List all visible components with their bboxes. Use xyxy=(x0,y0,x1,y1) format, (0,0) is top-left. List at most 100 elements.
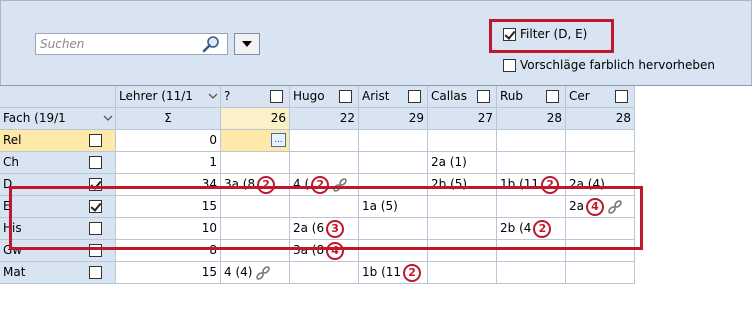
lesson-cell[interactable] xyxy=(359,130,428,152)
sum-cell: 15 xyxy=(116,262,221,284)
ellipsis-button[interactable]: ... xyxy=(271,133,286,147)
subject-label: D xyxy=(3,177,13,191)
lesson-cell[interactable] xyxy=(497,152,566,174)
lesson-cell[interactable] xyxy=(428,262,497,284)
lesson-cell[interactable] xyxy=(497,130,566,152)
subject-checkbox[interactable] xyxy=(89,222,102,235)
subject-checkbox[interactable] xyxy=(89,200,102,213)
teacher-checkbox[interactable] xyxy=(477,90,490,103)
teacher-header-cell[interactable]: Arist xyxy=(359,86,428,108)
teacher-header-cell[interactable]: Callas xyxy=(428,86,497,108)
lesson-cell[interactable]: 1b (11 2 xyxy=(497,174,566,196)
sum-cell: 15 xyxy=(116,196,221,218)
teacher-checkbox[interactable] xyxy=(615,90,628,103)
lesson-cell[interactable] xyxy=(359,218,428,240)
lesson-cell[interactable] xyxy=(221,240,290,262)
lesson-cell[interactable]: 1b (11 2 xyxy=(359,262,428,284)
lesson-cell[interactable]: 3a (8 2 xyxy=(221,174,290,196)
lesson-cell[interactable] xyxy=(359,152,428,174)
lesson-cell[interactable] xyxy=(290,130,359,152)
chevron-down-icon[interactable] xyxy=(103,113,113,123)
lesson-cell[interactable]: 2a (4) xyxy=(566,174,635,196)
teacher-checkbox[interactable] xyxy=(270,90,283,103)
subject-label: His xyxy=(3,221,22,235)
lesson-cell[interactable] xyxy=(566,130,635,152)
lesson-cell[interactable] xyxy=(566,152,635,174)
link-icon xyxy=(333,177,347,192)
lesson-cell[interactable] xyxy=(221,218,290,240)
search-box[interactable]: Suchen xyxy=(35,33,228,55)
lesson-cell[interactable] xyxy=(290,262,359,284)
subject-cell[interactable]: Mat xyxy=(0,262,116,284)
lesson-cell[interactable] xyxy=(359,240,428,262)
highlight-suggestions-label: Vorschläge farblich hervorheben xyxy=(520,58,716,72)
subject-cell[interactable]: E xyxy=(0,196,116,218)
subject-cell[interactable]: Gw xyxy=(0,240,116,262)
lesson-cell[interactable]: 2a (1) xyxy=(428,152,497,174)
lesson-cell[interactable] xyxy=(566,262,635,284)
teacher-header-cell[interactable]: Rub xyxy=(497,86,566,108)
subject-checkbox[interactable] xyxy=(89,156,102,169)
lehrer-filter-header[interactable]: Lehrer (11/1 xyxy=(116,86,221,108)
subject-cell[interactable]: Rel xyxy=(0,130,116,152)
teacher-header-cell[interactable]: ? xyxy=(221,86,290,108)
fach-filter-header[interactable]: Fach (19/1 xyxy=(0,108,116,130)
toolbar: Suchen Filter (D, E) Vorschläge farblich… xyxy=(0,0,752,86)
subject-checkbox[interactable] xyxy=(89,244,102,257)
conflict-badge: 4 xyxy=(326,241,345,260)
sum-cell: 8 xyxy=(116,240,221,262)
teacher-checkbox[interactable] xyxy=(546,90,559,103)
subject-checkbox[interactable] xyxy=(89,266,102,279)
lesson-cell[interactable] xyxy=(497,240,566,262)
lesson-cell[interactable]: 4 (2 xyxy=(290,174,359,196)
subject-cell[interactable]: Ch xyxy=(0,152,116,174)
lesson-cell[interactable]: 2a (6 3 xyxy=(290,218,359,240)
lesson-cell[interactable]: 2a 4 xyxy=(566,196,635,218)
sum-cell: 0 xyxy=(116,130,221,152)
teacher-checkbox[interactable] xyxy=(339,90,352,103)
lesson-cell[interactable] xyxy=(221,152,290,174)
lesson-cell[interactable]: 2b (5) xyxy=(428,174,497,196)
subject-checkbox[interactable] xyxy=(89,134,102,147)
subject-checkbox[interactable] xyxy=(89,178,102,191)
teacher-checkbox[interactable] xyxy=(408,90,421,103)
lesson-cell[interactable] xyxy=(566,218,635,240)
lesson-cell[interactable] xyxy=(428,240,497,262)
lesson-cell[interactable] xyxy=(290,152,359,174)
lesson-cell[interactable]: 1a (5) xyxy=(359,196,428,218)
teacher-name: Rub xyxy=(500,89,524,103)
subject-label: Gw xyxy=(3,243,23,257)
lesson-text: 2a xyxy=(569,199,584,213)
teacher-header-cell[interactable]: Cer xyxy=(566,86,635,108)
teacher-name: Cer xyxy=(569,89,590,103)
chevron-down-icon[interactable] xyxy=(208,91,218,101)
lesson-cell[interactable] xyxy=(428,130,497,152)
lesson-cell[interactable]: 4 (4) xyxy=(221,262,290,284)
lesson-cell[interactable] xyxy=(566,240,635,262)
lesson-cell[interactable]: 2b (4 2 xyxy=(497,218,566,240)
search-icon[interactable] xyxy=(201,35,221,53)
search-dropdown-button[interactable] xyxy=(234,33,260,55)
highlight-suggestions-option[interactable]: Vorschläge farblich hervorheben xyxy=(503,58,715,72)
lesson-cell[interactable] xyxy=(290,196,359,218)
teacher-header-cell[interactable]: Hugo xyxy=(290,86,359,108)
lesson-cell[interactable]: 3a (8 4 xyxy=(290,240,359,262)
lesson-cell[interactable]: ... xyxy=(221,130,290,152)
link-icon xyxy=(256,265,271,280)
sum-header: Σ xyxy=(116,108,221,130)
subject-label: Mat xyxy=(3,265,26,279)
search-input[interactable]: Suchen xyxy=(40,37,84,51)
lesson-cell[interactable] xyxy=(428,218,497,240)
lesson-cell[interactable] xyxy=(428,196,497,218)
conflict-badge: 2 xyxy=(403,263,422,282)
subject-cell[interactable]: His xyxy=(0,218,116,240)
highlight-suggestions-checkbox[interactable] xyxy=(503,58,516,72)
lesson-cell[interactable] xyxy=(497,196,566,218)
teacher-count: 26 xyxy=(221,108,290,130)
subject-cell[interactable]: D xyxy=(0,174,116,196)
conflict-badge: 2 xyxy=(311,175,330,194)
lesson-cell[interactable] xyxy=(221,196,290,218)
conflict-badge: 2 xyxy=(533,219,552,238)
lesson-cell[interactable] xyxy=(359,174,428,196)
lesson-cell[interactable] xyxy=(497,262,566,284)
